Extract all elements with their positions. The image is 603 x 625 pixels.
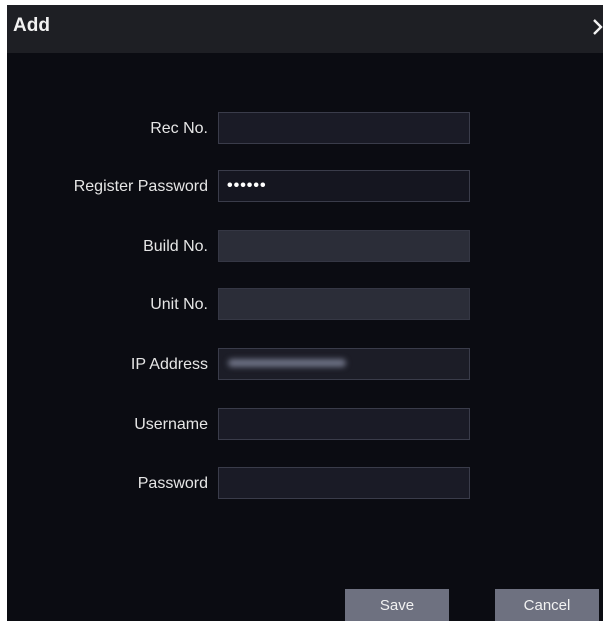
- add-dialog: Add Rec No. Register Password Build No. …: [7, 5, 603, 621]
- dialog-title: Add: [13, 15, 50, 36]
- username-input[interactable]: [218, 408, 470, 440]
- cancel-button[interactable]: Cancel: [495, 589, 599, 621]
- unit-no-input[interactable]: [218, 288, 470, 320]
- register-password-label: Register Password: [73, 178, 208, 195]
- register-password-input[interactable]: [218, 170, 470, 202]
- rec-no-input[interactable]: [218, 112, 470, 144]
- dialog-titlebar: Add: [7, 5, 603, 53]
- rec-no-row: Rec No.: [7, 112, 603, 148]
- register-password-row: Register Password: [7, 170, 603, 206]
- ip-address-row: IP Address: [7, 348, 603, 384]
- ip-address-input[interactable]: [218, 348, 470, 380]
- username-label: Username: [134, 416, 208, 433]
- build-no-row: Build No.: [7, 230, 603, 266]
- save-button[interactable]: Save: [345, 589, 449, 621]
- rec-no-label: Rec No.: [150, 120, 208, 137]
- unit-no-label: Unit No.: [150, 296, 208, 313]
- unit-no-row: Unit No.: [7, 288, 603, 324]
- password-input[interactable]: [218, 467, 470, 499]
- build-no-label: Build No.: [143, 238, 208, 255]
- password-label: Password: [137, 475, 208, 492]
- username-row: Username: [7, 408, 603, 444]
- password-row: Password: [7, 467, 603, 503]
- ip-address-label: IP Address: [130, 356, 208, 373]
- chevron-right-icon[interactable]: [593, 13, 603, 41]
- build-no-input[interactable]: [218, 230, 470, 262]
